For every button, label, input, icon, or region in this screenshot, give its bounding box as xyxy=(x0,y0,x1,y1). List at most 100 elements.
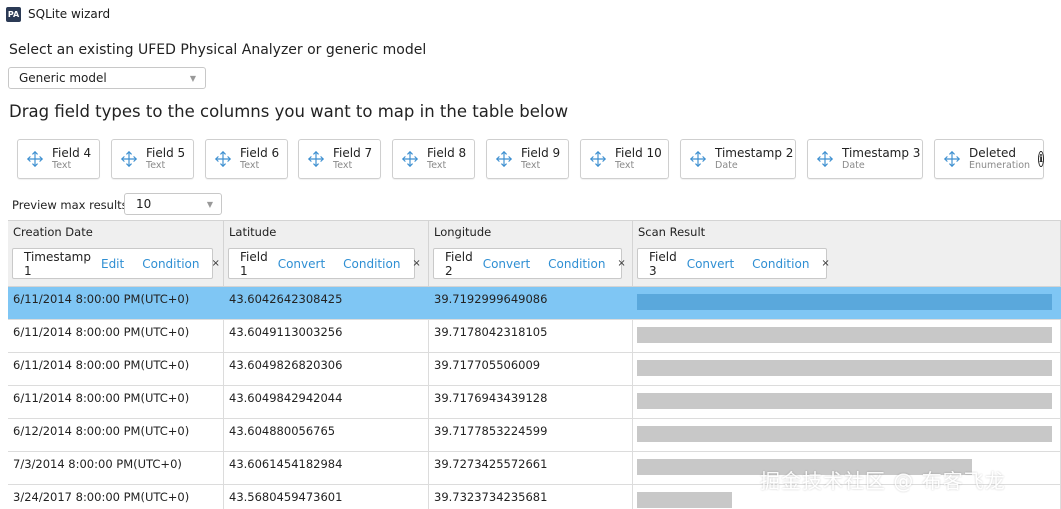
move-icon xyxy=(689,150,707,168)
move-icon xyxy=(26,150,44,168)
field-type-field-7[interactable]: Field 7 Text xyxy=(298,139,381,179)
redacted-value xyxy=(637,360,1052,376)
move-icon xyxy=(495,150,513,168)
field-type-name: Field 8 xyxy=(427,145,467,160)
info-icon[interactable]: i xyxy=(1038,151,1044,167)
model-select-label: Select an existing UFED Physical Analyze… xyxy=(9,42,427,58)
field-type-field-8[interactable]: Field 8 Text xyxy=(392,139,475,179)
field-type-field-10[interactable]: Field 10 Text xyxy=(580,139,669,179)
remove-mapping-icon[interactable]: × xyxy=(821,258,829,269)
field-type-text: Field 8 Text xyxy=(427,147,466,172)
remove-mapping-icon[interactable]: × xyxy=(617,258,625,269)
redacted-value xyxy=(637,492,732,508)
condition-link[interactable]: Condition xyxy=(343,257,400,271)
mapping-cell: Field 2 Convert Condition × xyxy=(429,242,633,286)
field-type-kind: Text xyxy=(146,160,166,172)
table-cell-lon: 39.7176943439128 xyxy=(429,386,633,418)
redacted-value xyxy=(637,294,1052,310)
table-row[interactable]: 6/11/2014 8:00:00 PM(UTC+0) 43.6049826820… xyxy=(8,353,1061,386)
mapped-field-chip[interactable]: Field 3 Convert Condition × xyxy=(637,248,830,279)
mapped-field-label: Field 3 xyxy=(649,249,677,278)
table-cell-date: 6/12/2014 8:00:00 PM(UTC+0) xyxy=(8,419,224,451)
field-type-name: Field 10 xyxy=(615,145,662,160)
field-type-kind: Enumeration xyxy=(969,160,1031,172)
field-type-text: Field 6 Text xyxy=(240,147,279,172)
mapping-cell: Field 3 Convert Condition × xyxy=(633,242,1061,286)
field-type-kind: Text xyxy=(52,160,72,172)
condition-link[interactable]: Condition xyxy=(142,257,199,271)
column-header-creation-date[interactable]: Creation Date xyxy=(8,221,224,242)
mapping-cell: Timestamp 1 Edit Condition × xyxy=(8,242,224,286)
field-type-timestamp-3[interactable]: Timestamp 3 Date xyxy=(807,139,923,179)
field-type-field-4[interactable]: Field 4 Text xyxy=(17,139,100,179)
table-cell-lon: 39.7178042318105 xyxy=(429,320,633,352)
move-icon xyxy=(214,150,232,168)
preview-max-dropdown[interactable]: 10 ▼ xyxy=(124,193,222,215)
move-icon xyxy=(589,150,607,168)
remove-mapping-icon[interactable]: × xyxy=(212,258,220,269)
field-type-name: Field 9 xyxy=(521,145,561,160)
table-row[interactable]: 6/11/2014 8:00:00 PM(UTC+0) 43.6049842942… xyxy=(8,386,1061,419)
mapped-field-chip[interactable]: Field 1 Convert Condition × xyxy=(228,248,421,279)
model-dropdown-value: Generic model xyxy=(19,71,107,85)
table-cell-lat: 43.5680459473601 xyxy=(224,485,429,509)
table-cell-date: 6/11/2014 8:00:00 PM(UTC+0) xyxy=(8,287,224,319)
column-header-longitude[interactable]: Longitude xyxy=(429,221,633,242)
table-cell-lon: 39.7323734235681 xyxy=(429,485,633,509)
table-cell-date: 6/11/2014 8:00:00 PM(UTC+0) xyxy=(8,353,224,385)
field-type-name: Deleted xyxy=(969,145,1017,160)
convert-link[interactable]: Convert xyxy=(687,257,734,271)
field-type-text: Deleted Enumeration xyxy=(969,147,1030,172)
table-cell-date: 3/24/2017 8:00:00 PM(UTC+0) xyxy=(8,485,224,509)
field-type-text: Field 10 Text xyxy=(615,147,662,172)
redacted-value xyxy=(637,426,1052,442)
field-type-text: Field 4 Text xyxy=(52,147,91,172)
condition-link[interactable]: Condition xyxy=(548,257,605,271)
table-cell-lon: 39.7177853224599 xyxy=(429,419,633,451)
table-row[interactable]: 6/12/2014 8:00:00 PM(UTC+0) 43.6048800567… xyxy=(8,419,1061,452)
app-icon: PA xyxy=(6,6,21,22)
table-cell-lat: 43.6061454182984 xyxy=(224,452,429,484)
field-type-text: Timestamp 2 Date xyxy=(715,147,793,172)
window-title: SQLite wizard xyxy=(28,7,111,21)
condition-link[interactable]: Condition xyxy=(752,257,809,271)
model-dropdown[interactable]: Generic model ▼ xyxy=(8,67,206,89)
table-cell-scan-result xyxy=(633,320,1061,352)
field-type-kind: Text xyxy=(333,160,353,172)
field-type-kind: Text xyxy=(521,160,541,172)
field-type-text: Timestamp 3 Date xyxy=(842,147,920,172)
preview-max-label: Preview max results: xyxy=(12,198,132,212)
field-type-timestamp-2[interactable]: Timestamp 2 Date xyxy=(680,139,796,179)
table-cell-scan-result xyxy=(633,353,1061,385)
column-header-scan-result[interactable]: Scan Result xyxy=(633,221,1061,242)
remove-mapping-icon[interactable]: × xyxy=(412,258,420,269)
table-row[interactable]: 6/11/2014 8:00:00 PM(UTC+0) 43.6042642308… xyxy=(8,287,1061,320)
table-cell-date: 7/3/2014 8:00:00 PM(UTC+0) xyxy=(8,452,224,484)
title-bar: PA SQLite wizard xyxy=(0,0,1061,28)
field-type-field-5[interactable]: Field 5 Text xyxy=(111,139,194,179)
move-icon xyxy=(816,150,834,168)
table-row[interactable]: 6/11/2014 8:00:00 PM(UTC+0) 43.6049113003… xyxy=(8,320,1061,353)
redacted-value xyxy=(637,327,1052,343)
table-cell-lon: 39.717705506009 xyxy=(429,353,633,385)
field-type-kind: Text xyxy=(240,160,260,172)
mapped-field-chip[interactable]: Timestamp 1 Edit Condition × xyxy=(12,248,220,279)
chevron-down-icon: ▼ xyxy=(206,199,213,209)
field-type-field-6[interactable]: Field 6 Text xyxy=(205,139,288,179)
convert-link[interactable]: Convert xyxy=(483,257,530,271)
field-type-name: Field 6 xyxy=(240,145,280,160)
move-icon xyxy=(307,150,325,168)
convert-link[interactable]: Convert xyxy=(278,257,325,271)
field-type-deleted[interactable]: Deleted Enumeration i xyxy=(934,139,1044,179)
field-type-name: Field 5 xyxy=(146,145,186,160)
table-cell-scan-result xyxy=(633,287,1061,319)
field-type-field-9[interactable]: Field 9 Text xyxy=(486,139,569,179)
field-type-text: Field 5 Text xyxy=(146,147,185,172)
table-cell-scan-result xyxy=(633,419,1061,451)
field-type-text: Field 9 Text xyxy=(521,147,560,172)
mapped-field-chip[interactable]: Field 2 Convert Condition × xyxy=(433,248,626,279)
edit-link[interactable]: Edit xyxy=(101,257,124,271)
column-header-latitude[interactable]: Latitude xyxy=(224,221,429,242)
table-cell-date: 6/11/2014 8:00:00 PM(UTC+0) xyxy=(8,386,224,418)
table-cell-lat: 43.6049113003256 xyxy=(224,320,429,352)
